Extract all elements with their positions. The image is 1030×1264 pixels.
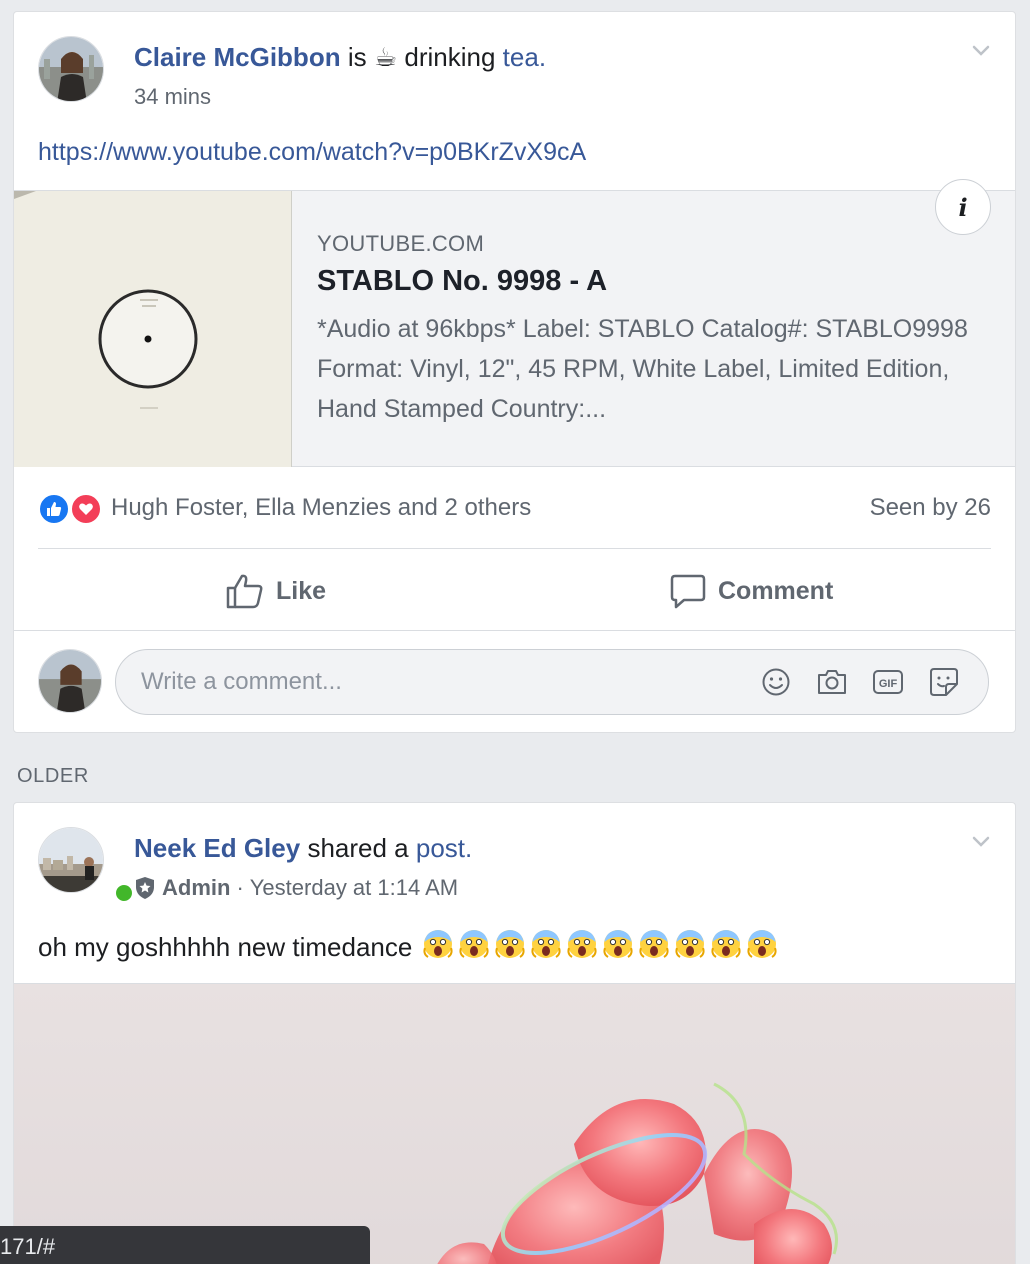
post-meta: Admin · Yesterday at 1:14 AM bbox=[134, 875, 458, 901]
link-preview[interactable]: YOUTUBE.COM STABLO No. 9998 - A *Audio a… bbox=[14, 179, 1015, 467]
like-label: Like bbox=[276, 576, 327, 605]
feed-post: Claire McGibbon is ☕ drinking tea. 34 mi… bbox=[13, 11, 1016, 733]
scream-emoji-icon bbox=[638, 928, 670, 967]
post-header: Claire McGibbon is ☕ drinking tea. bbox=[134, 42, 546, 73]
scream-emoji-icon bbox=[458, 928, 490, 967]
author-name[interactable]: Neek Ed Gley bbox=[134, 833, 300, 863]
like-button[interactable]: Like bbox=[226, 552, 326, 630]
preview-title[interactable]: STABLO No. 9998 - A bbox=[317, 265, 607, 298]
scream-emoji-icon bbox=[566, 928, 598, 967]
post-body: oh my goshhhhh new timedance bbox=[38, 928, 778, 967]
comment-label: Comment bbox=[718, 576, 834, 605]
post-header: Neek Ed Gley shared a post. bbox=[134, 833, 472, 864]
admin-shield-icon bbox=[136, 877, 154, 899]
online-status-indicator bbox=[113, 882, 135, 904]
thumbs-up-icon bbox=[226, 574, 263, 609]
reaction-icons[interactable] bbox=[38, 493, 104, 525]
sticker-icon[interactable] bbox=[928, 666, 960, 698]
scream-emoji-icon bbox=[494, 928, 526, 967]
like-reaction-icon bbox=[38, 493, 70, 525]
comment-composer: GIF bbox=[14, 630, 1015, 732]
seen-count[interactable]: Seen by 26 bbox=[870, 494, 991, 522]
author-avatar[interactable] bbox=[38, 36, 104, 102]
reaction-names[interactable]: Hugh Foster, Ella Menzies and 2 others bbox=[111, 494, 531, 522]
comment-box: GIF bbox=[115, 649, 989, 715]
chevron-down-icon[interactable] bbox=[971, 835, 991, 849]
feed-post: Neek Ed Gley shared a post. Admin · Yest… bbox=[13, 802, 1016, 1264]
status-bar: 171/# bbox=[0, 1226, 370, 1264]
love-reaction-icon bbox=[70, 493, 102, 525]
admin-badge[interactable]: Admin bbox=[162, 875, 230, 901]
post-timestamp[interactable]: 34 mins bbox=[134, 84, 211, 110]
activity-object[interactable]: tea. bbox=[503, 42, 546, 72]
author-avatar[interactable] bbox=[38, 827, 104, 893]
shared-post-link[interactable]: post. bbox=[416, 833, 472, 863]
post-image[interactable] bbox=[14, 983, 1015, 1264]
scream-emoji-icon bbox=[710, 928, 742, 967]
comment-icon bbox=[670, 574, 706, 609]
tea-icon: ☕ bbox=[373, 42, 398, 72]
scream-emoji-icon bbox=[422, 928, 454, 967]
meta-separator: · bbox=[236, 875, 244, 900]
scream-emoji-icon bbox=[746, 928, 778, 967]
status-url: 171/# bbox=[0, 1234, 56, 1259]
emoji-icon[interactable] bbox=[760, 666, 792, 698]
reactions-bar: Hugh Foster, Ella Menzies and 2 others S… bbox=[38, 490, 991, 530]
divider bbox=[38, 548, 991, 549]
scream-emoji-icon bbox=[602, 928, 634, 967]
comment-input[interactable] bbox=[141, 650, 701, 714]
post-text: oh my goshhhhh new timedance bbox=[38, 932, 413, 962]
comment-button[interactable]: Comment bbox=[670, 552, 833, 630]
shared-text: shared a bbox=[307, 833, 409, 863]
author-name[interactable]: Claire McGibbon bbox=[134, 42, 341, 72]
scream-emoji-icon bbox=[530, 928, 562, 967]
scream-emoji-row bbox=[422, 928, 778, 967]
activity-prefix: is bbox=[347, 42, 367, 72]
preview-domain: YOUTUBE.COM bbox=[317, 231, 485, 256]
scream-emoji-icon bbox=[674, 928, 706, 967]
camera-icon[interactable] bbox=[816, 666, 848, 698]
chevron-down-icon[interactable] bbox=[971, 44, 991, 58]
viewer-avatar[interactable] bbox=[38, 649, 102, 713]
preview-description: *Audio at 96kbps* Label: STABLO Catalog#… bbox=[317, 315, 968, 423]
activity-verb: drinking bbox=[404, 42, 496, 72]
svg-text:GIF: GIF bbox=[879, 678, 898, 690]
post-link[interactable]: https://www.youtube.com/watch?v=p0BKrZvX… bbox=[38, 138, 586, 167]
info-icon[interactable]: i bbox=[935, 179, 991, 235]
section-label: OLDER bbox=[17, 765, 89, 787]
post-timestamp[interactable]: Yesterday at 1:14 AM bbox=[250, 875, 458, 901]
preview-thumbnail[interactable] bbox=[14, 191, 292, 467]
post-actions: Like Comment bbox=[14, 552, 1015, 630]
gif-icon[interactable]: GIF bbox=[872, 666, 904, 698]
